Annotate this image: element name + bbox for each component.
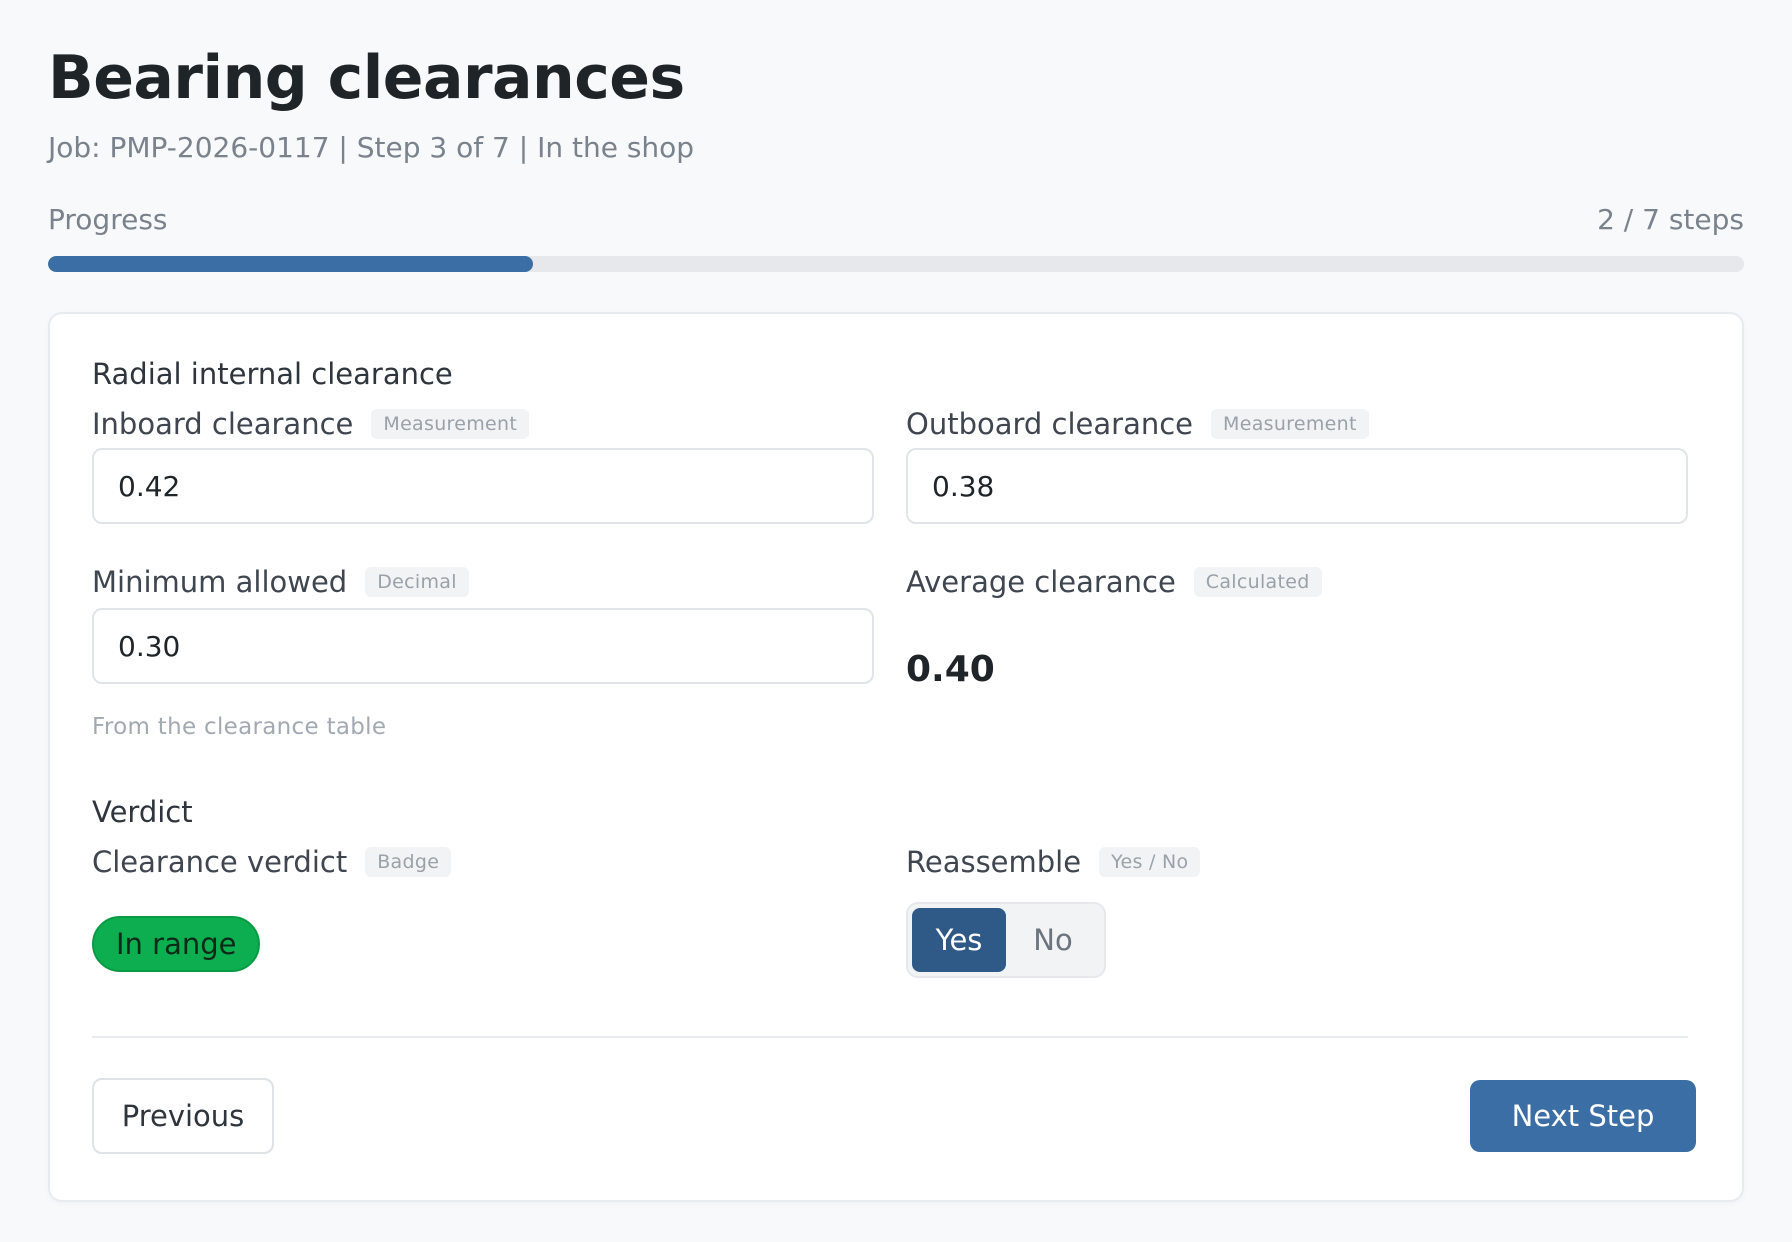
next-step-button[interactable]: Next Step bbox=[1470, 1080, 1696, 1152]
inboard-type-chip: Measurement bbox=[371, 409, 530, 439]
outboard-type-chip: Measurement bbox=[1211, 409, 1369, 439]
reassemble-yes-button[interactable]: Yes bbox=[912, 908, 1006, 972]
section-title-verdict: Verdict bbox=[92, 795, 193, 829]
form-card: Radial internal clearance Inboard cleara… bbox=[48, 312, 1744, 1202]
inboard-clearance-input[interactable] bbox=[92, 448, 874, 524]
progress-bar-fill bbox=[48, 256, 533, 272]
minimum-allowed-input[interactable] bbox=[92, 608, 874, 684]
footer-divider bbox=[92, 1036, 1688, 1038]
page: Bearing clearances Job: PMP-2026-0117 | … bbox=[48, 0, 1744, 1242]
minimum-type-chip: Decimal bbox=[365, 567, 469, 597]
outboard-clearance-label-text: Outboard clearance bbox=[906, 407, 1194, 441]
outboard-clearance-input[interactable] bbox=[906, 448, 1688, 524]
reassemble-type-chip: Yes / No bbox=[1099, 847, 1201, 877]
previous-button[interactable]: Previous bbox=[92, 1078, 274, 1154]
clearance-verdict-label: Clearance verdict Badge bbox=[92, 844, 452, 880]
average-type-chip: Calculated bbox=[1193, 567, 1322, 597]
average-clearance-label: Average clearance Calculated bbox=[906, 564, 1322, 600]
clearance-verdict-label-text: Clearance verdict bbox=[92, 845, 348, 879]
minimum-allowed-label-text: Minimum allowed bbox=[92, 565, 348, 599]
outboard-clearance-label: Outboard clearance Measurement bbox=[906, 406, 1369, 442]
verdict-type-chip: Badge bbox=[365, 847, 452, 877]
page-title: Bearing clearances bbox=[48, 43, 685, 113]
progress-count: 2 / 7 steps bbox=[1597, 203, 1744, 236]
progress-label: Progress bbox=[48, 203, 168, 236]
average-clearance-value: 0.40 bbox=[906, 649, 995, 690]
inboard-clearance-label-text: Inboard clearance bbox=[92, 407, 354, 441]
minimum-allowed-hint: From the clearance table bbox=[92, 714, 387, 740]
reassemble-toggle: Yes No bbox=[906, 902, 1106, 978]
reassemble-label-text: Reassemble bbox=[906, 845, 1082, 879]
clearance-verdict-badge: In range bbox=[92, 916, 261, 972]
minimum-allowed-label: Minimum allowed Decimal bbox=[92, 564, 469, 600]
inboard-clearance-label: Inboard clearance Measurement bbox=[92, 406, 530, 442]
reassemble-no-button[interactable]: No bbox=[1006, 908, 1100, 972]
section-title-radial: Radial internal clearance bbox=[92, 357, 453, 391]
average-clearance-label-text: Average clearance bbox=[906, 565, 1176, 599]
job-subtitle: Job: PMP-2026-0117 | Step 3 of 7 | In th… bbox=[48, 131, 695, 164]
reassemble-label: Reassemble Yes / No bbox=[906, 844, 1201, 880]
progress-bar bbox=[48, 256, 1744, 272]
